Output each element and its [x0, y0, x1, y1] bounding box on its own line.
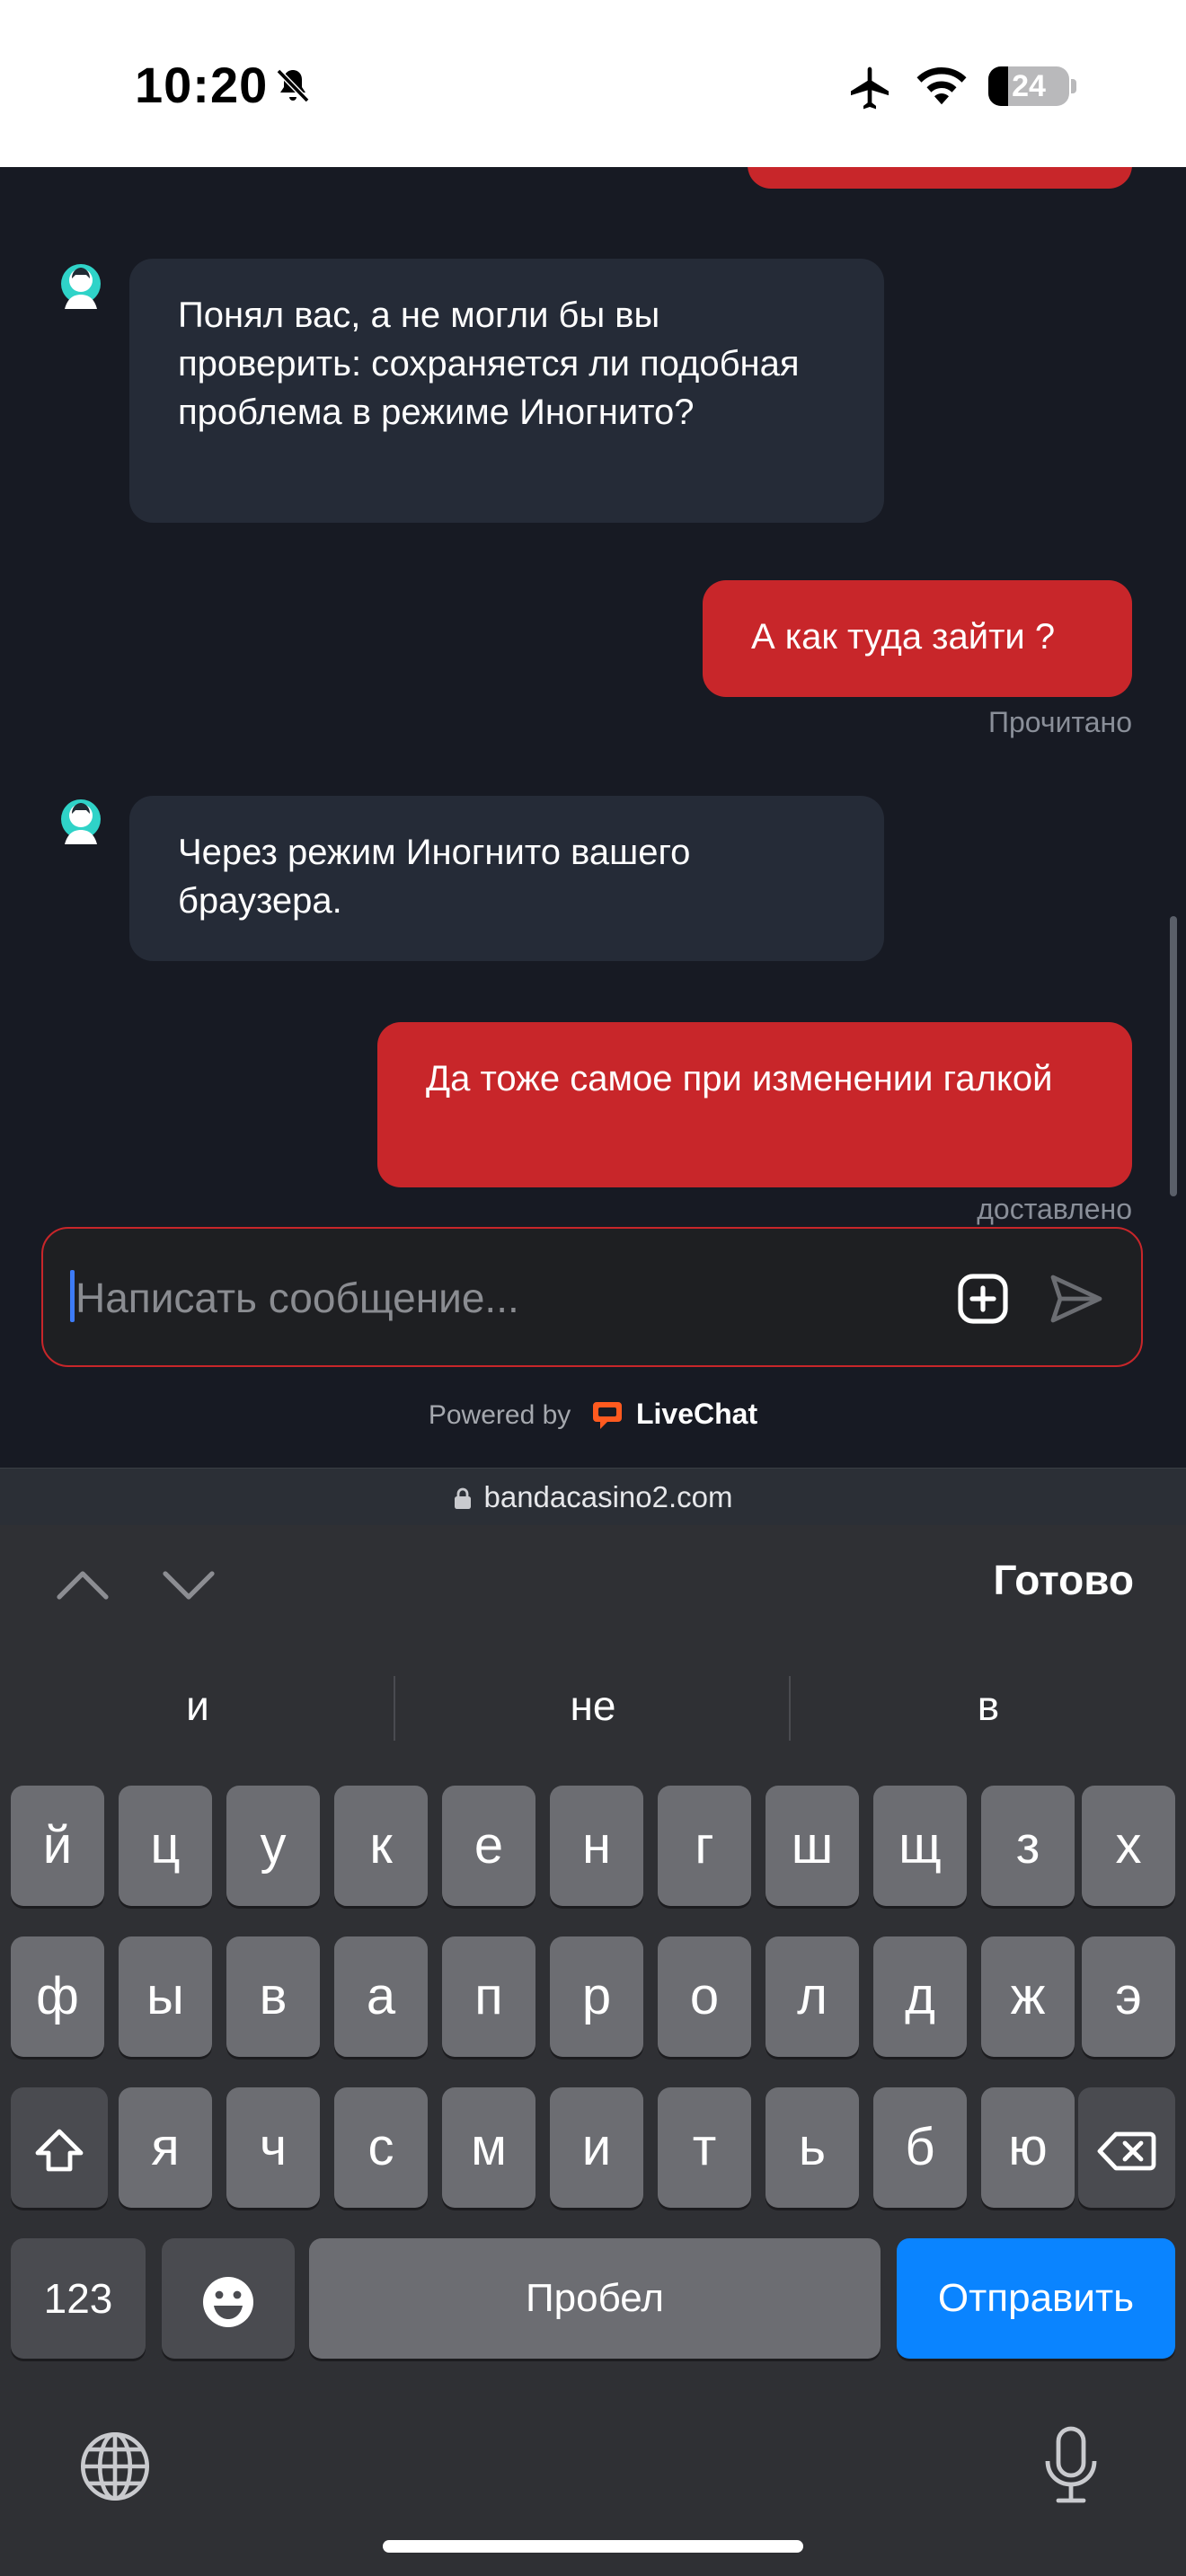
key[interactable]: и: [550, 2087, 643, 2208]
key[interactable]: а: [334, 1936, 428, 2057]
key[interactable]: я: [119, 2087, 212, 2208]
microphone-icon[interactable]: [1042, 2425, 1100, 2506]
emoji-key[interactable]: [162, 2238, 295, 2359]
key[interactable]: ю: [981, 2087, 1075, 2208]
message-status: Прочитано: [988, 706, 1132, 738]
powered-by: Powered by LiveChat: [0, 1398, 1186, 1431]
battery-level: 24: [1012, 69, 1046, 103]
key[interactable]: ь: [766, 2087, 859, 2208]
suggestion-item[interactable]: и: [18, 1681, 377, 1730]
key[interactable]: ч: [226, 2087, 320, 2208]
key[interactable]: г: [658, 1786, 751, 1906]
message-bubble-agent: Через режим Иногнито вашего браузера.: [129, 796, 884, 961]
message-bubble-user-partial: [748, 167, 1132, 189]
key[interactable]: к: [334, 1786, 428, 1906]
backspace-icon: [1097, 2131, 1156, 2171]
emoji-icon: [203, 2276, 253, 2327]
key[interactable]: у: [226, 1786, 320, 1906]
key[interactable]: о: [658, 1936, 751, 2057]
key[interactable]: э: [1082, 1936, 1175, 2057]
key[interactable]: й: [11, 1786, 104, 1906]
chevron-down-icon[interactable]: [162, 1561, 216, 1606]
key[interactable]: р: [550, 1936, 643, 2057]
shift-key[interactable]: [11, 2087, 108, 2208]
status-time: 10:20: [135, 57, 269, 113]
key[interactable]: ф: [11, 1936, 104, 2057]
send-key[interactable]: Отправить: [897, 2238, 1175, 2359]
key[interactable]: м: [442, 2087, 535, 2208]
key[interactable]: с: [334, 2087, 428, 2208]
plus-square-icon[interactable]: [956, 1272, 1010, 1326]
suggestion-item[interactable]: в: [809, 1681, 1168, 1730]
globe-icon[interactable]: [77, 2429, 153, 2504]
wifi-icon: [916, 66, 967, 105]
key[interactable]: н: [550, 1786, 643, 1906]
key[interactable]: п: [442, 1936, 535, 2057]
key[interactable]: ц: [119, 1786, 212, 1906]
message-bubble-user: А как туда зайти ?: [703, 580, 1132, 697]
key[interactable]: в: [226, 1936, 320, 2057]
delete-key[interactable]: [1078, 2087, 1175, 2208]
key[interactable]: х: [1082, 1786, 1175, 1906]
airplane-icon: [851, 66, 889, 110]
lock-icon: [455, 1487, 472, 1509]
home-indicator[interactable]: [383, 2540, 803, 2553]
suggestion-divider: [789, 1676, 791, 1741]
key[interactable]: ж: [981, 1936, 1075, 2057]
message-input[interactable]: [74, 1261, 904, 1335]
key[interactable]: ш: [766, 1786, 859, 1906]
bell-slash-icon: [276, 68, 310, 103]
key[interactable]: б: [873, 2087, 967, 2208]
powered-by-prefix: Powered by: [428, 1400, 571, 1430]
chevron-up-icon[interactable]: [56, 1561, 110, 1606]
key[interactable]: л: [766, 1936, 859, 2057]
message-status: доставлено: [977, 1193, 1132, 1225]
key[interactable]: д: [873, 1936, 967, 2057]
agent-avatar-icon: [61, 799, 101, 844]
agent-avatar-icon: [61, 264, 101, 309]
numbers-key[interactable]: 123: [11, 2238, 146, 2359]
space-key[interactable]: Пробел: [309, 2238, 881, 2359]
key[interactable]: ы: [119, 1936, 212, 2057]
livechat-logo-icon: [592, 1402, 622, 1429]
chat-scrollbar[interactable]: [1170, 916, 1177, 1196]
url-text: bandacasino2.com: [483, 1480, 733, 1513]
battery-icon: 24: [988, 66, 1069, 106]
url-display[interactable]: bandacasino2.com: [0, 1480, 1186, 1514]
key[interactable]: щ: [873, 1786, 967, 1906]
shift-icon: [35, 2129, 84, 2172]
done-button[interactable]: Готово: [898, 1556, 1134, 1604]
key[interactable]: з: [981, 1786, 1075, 1906]
livechat-brand[interactable]: LiveChat: [636, 1398, 757, 1430]
message-bubble-user: Да тоже самое при изменении галкой: [377, 1022, 1132, 1187]
send-arrow-icon[interactable]: [1048, 1272, 1105, 1326]
key[interactable]: т: [658, 2087, 751, 2208]
suggestion-item[interactable]: не: [413, 1681, 773, 1730]
message-bubble-agent: Понял вас, а не могли бы вы проверить: с…: [129, 259, 884, 523]
key[interactable]: е: [442, 1786, 535, 1906]
suggestion-divider: [394, 1676, 395, 1741]
battery-cap: [1071, 79, 1076, 93]
